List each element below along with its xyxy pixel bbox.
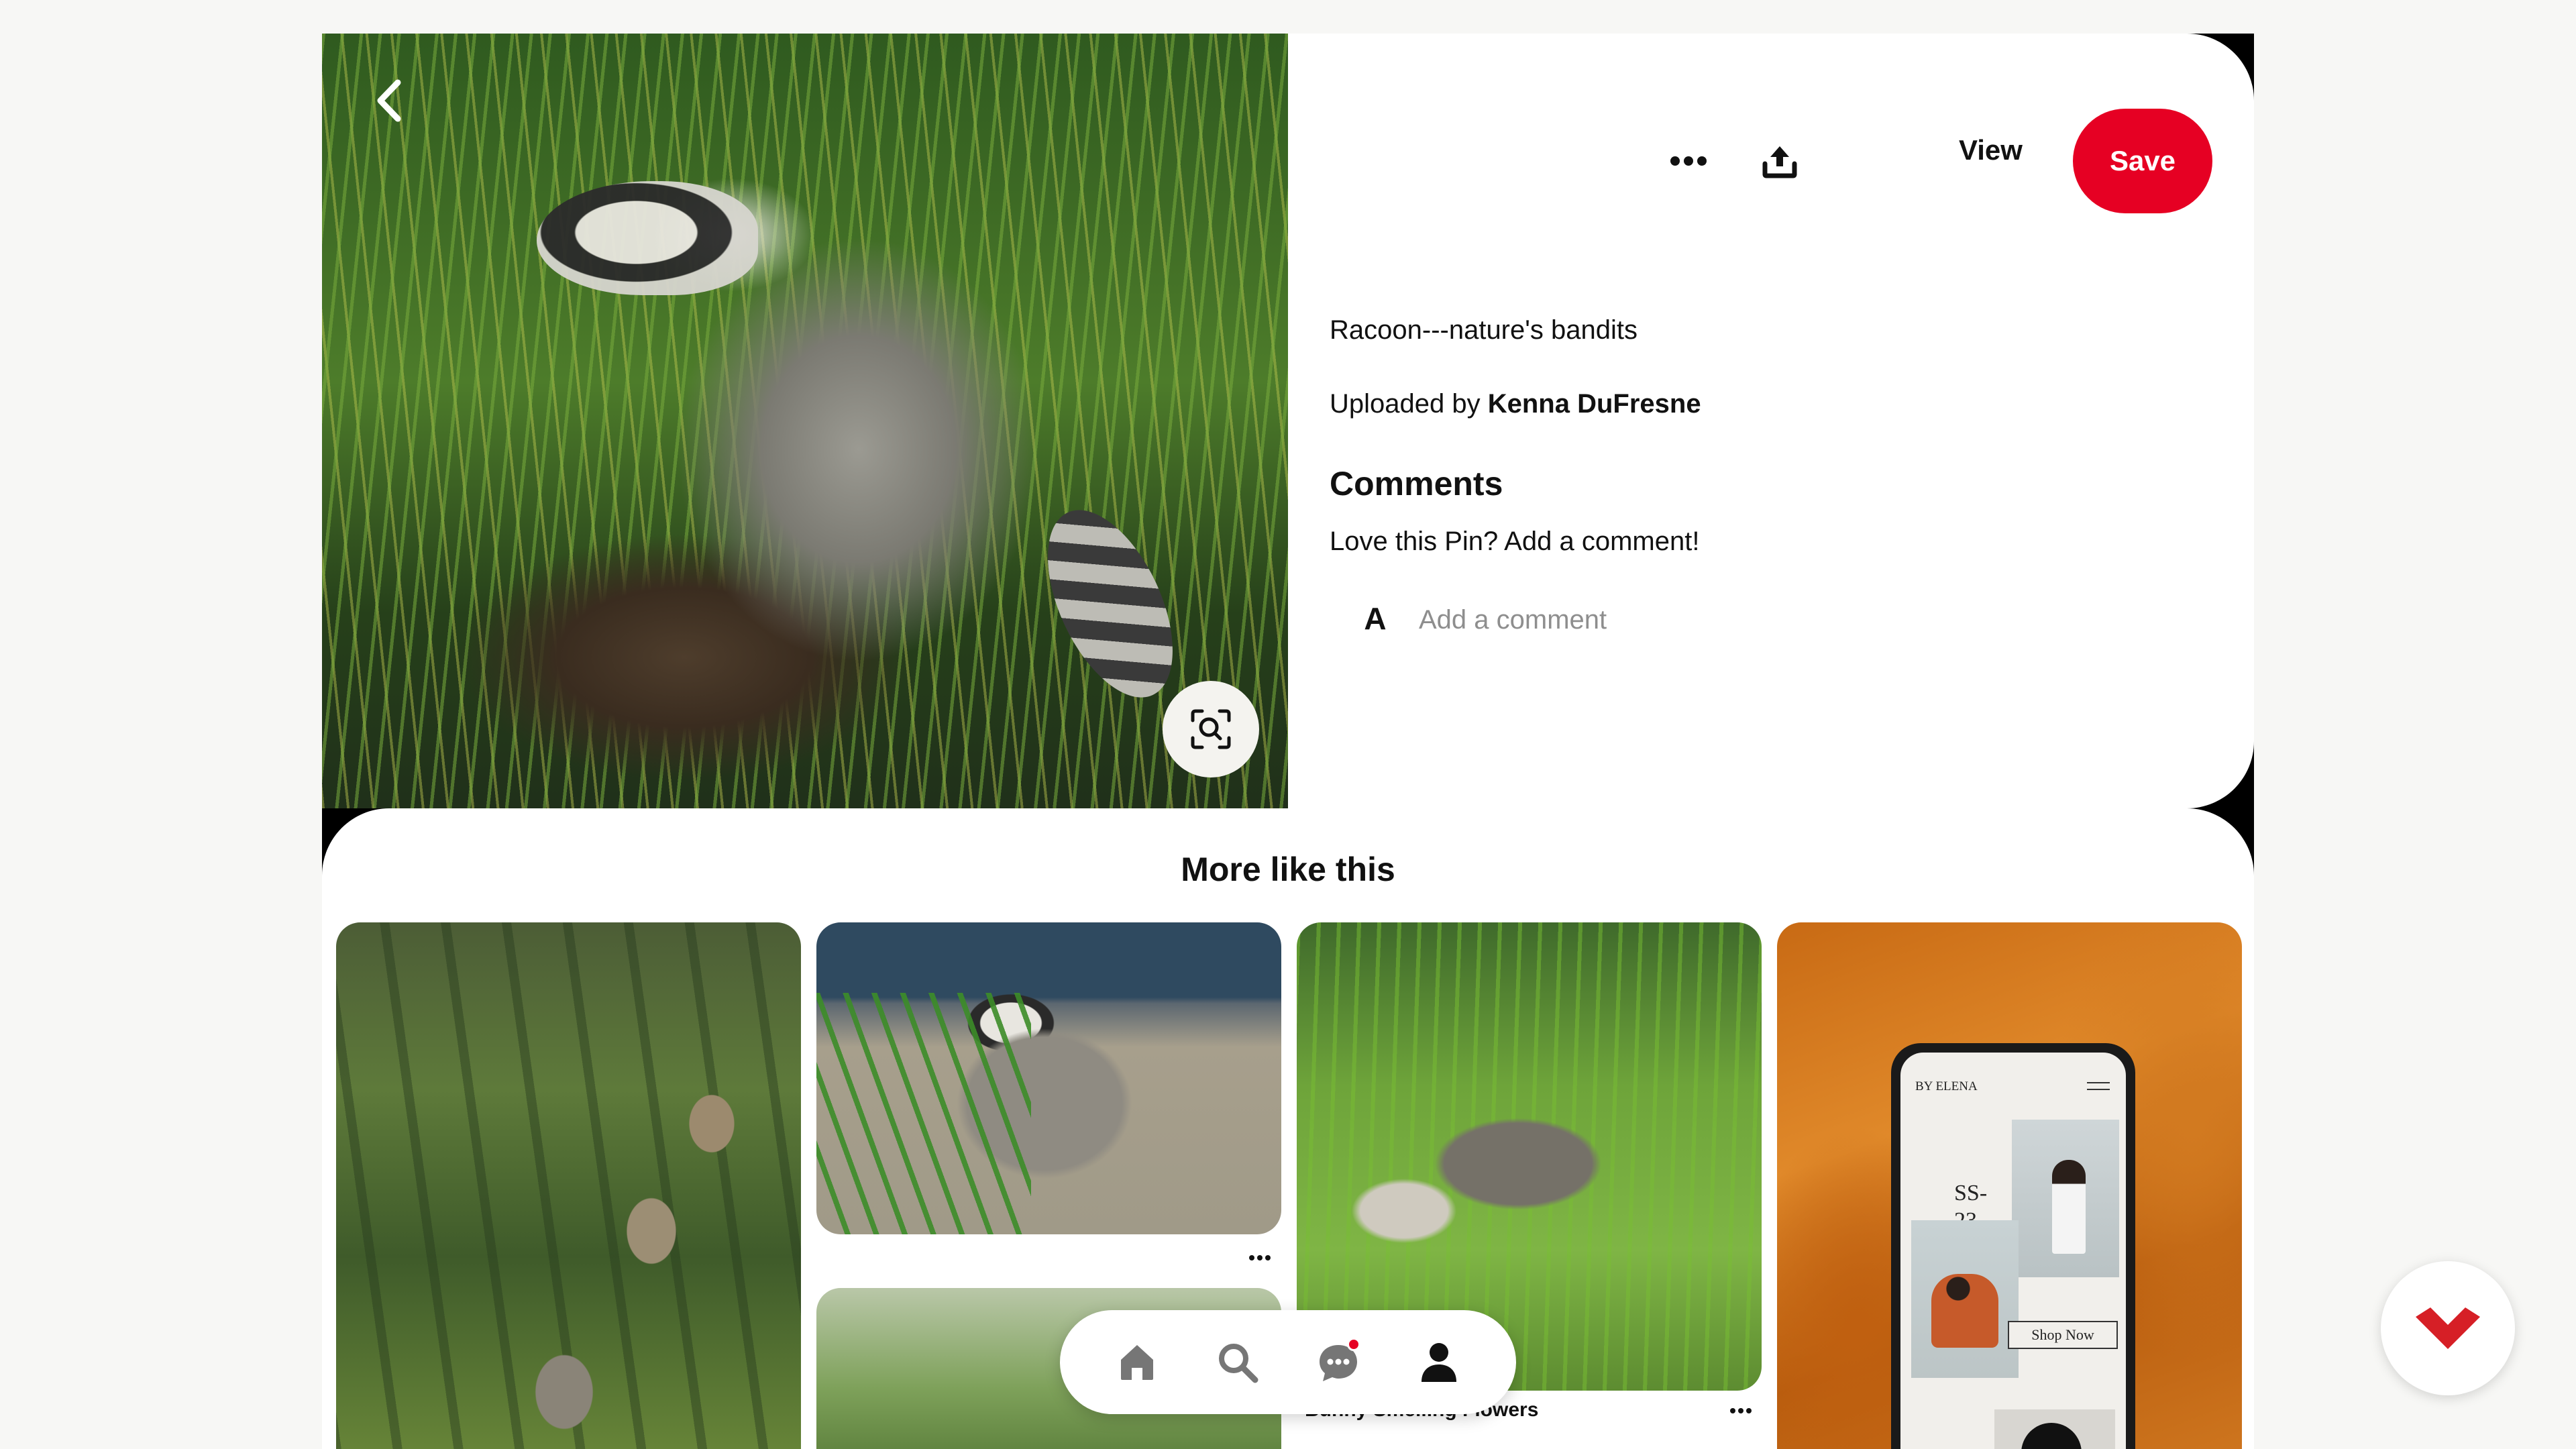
- nav-home[interactable]: [1100, 1326, 1174, 1399]
- search-icon: [1219, 1343, 1258, 1383]
- share-upload-icon: [1762, 146, 1797, 178]
- uploader-line: Uploaded by Kenna DuFresne: [1330, 389, 1701, 419]
- raccoon-head: [537, 181, 758, 295]
- notification-dot: [1347, 1337, 1360, 1351]
- chevron-left-icon: [377, 79, 401, 122]
- view-link[interactable]: View: [1959, 134, 2023, 166]
- home-icon: [1121, 1344, 1153, 1380]
- pin-tile-phone-ad[interactable]: BY ELENA SS- 23 Shop Now: [1777, 922, 2242, 1449]
- nav-messages[interactable]: [1301, 1326, 1375, 1399]
- grass-decoration: [816, 993, 1031, 1234]
- phone-mockup: BY ELENA SS- 23 Shop Now: [1891, 1043, 2135, 1449]
- raccoon-tail: [1022, 491, 1199, 716]
- comment-input[interactable]: [1419, 598, 2023, 641]
- pin-tile-raccoon-family[interactable]: [336, 922, 801, 1449]
- pin-tile-raccoon-wall[interactable]: [816, 922, 1281, 1234]
- comments-prompt: Love this Pin? Add a comment!: [1330, 527, 1700, 556]
- uploader-name[interactable]: Kenna DuFresne: [1488, 389, 1701, 419]
- uploaded-by-label: Uploaded by: [1330, 389, 1488, 419]
- floating-action-button[interactable]: [2381, 1261, 2515, 1395]
- product-photo: [1994, 1409, 2115, 1449]
- ellipsis-icon: [1730, 1408, 1752, 1413]
- more-options-button[interactable]: [1648, 121, 1729, 201]
- pin-details: View Save Racoon---nature's bandits Uplo…: [1288, 34, 2254, 808]
- tile-more-button[interactable]: [1240, 1244, 1280, 1271]
- more-like-this-heading: More like this: [1181, 851, 1395, 888]
- visual-search-button[interactable]: [1163, 681, 1259, 777]
- save-button[interactable]: Save: [2073, 109, 2212, 213]
- shop-now-button: Shop Now: [2008, 1321, 2118, 1349]
- pin-card: View Save Racoon---nature's bandits Uplo…: [322, 34, 2254, 808]
- nav-profile[interactable]: [1402, 1326, 1476, 1399]
- pin-image[interactable]: [322, 34, 1288, 808]
- phone-brand-label: BY ELENA: [1915, 1079, 1978, 1093]
- brand-logo-icon: [2416, 1307, 2480, 1349]
- bottom-nav-bar: [1060, 1310, 1516, 1414]
- profile-icon: [1421, 1342, 1456, 1382]
- nav-search[interactable]: [1201, 1326, 1275, 1399]
- tile-more-button[interactable]: [1721, 1397, 1761, 1424]
- phone-screen: BY ELENA SS- 23 Shop Now: [1900, 1053, 2126, 1449]
- user-avatar: A: [1364, 601, 1387, 636]
- pin-title: Racoon---nature's bandits: [1330, 315, 1638, 345]
- ellipsis-icon: [1249, 1255, 1271, 1260]
- lens-search-icon: [1191, 709, 1231, 749]
- back-button[interactable]: [349, 60, 429, 141]
- ellipsis-icon: [1670, 156, 1707, 166]
- model-photo: [1911, 1220, 2019, 1378]
- share-button[interactable]: [1739, 121, 1820, 201]
- model-photo: [2012, 1120, 2119, 1277]
- hamburger-menu-icon: [2087, 1082, 2110, 1090]
- comments-heading: Comments: [1330, 465, 1503, 502]
